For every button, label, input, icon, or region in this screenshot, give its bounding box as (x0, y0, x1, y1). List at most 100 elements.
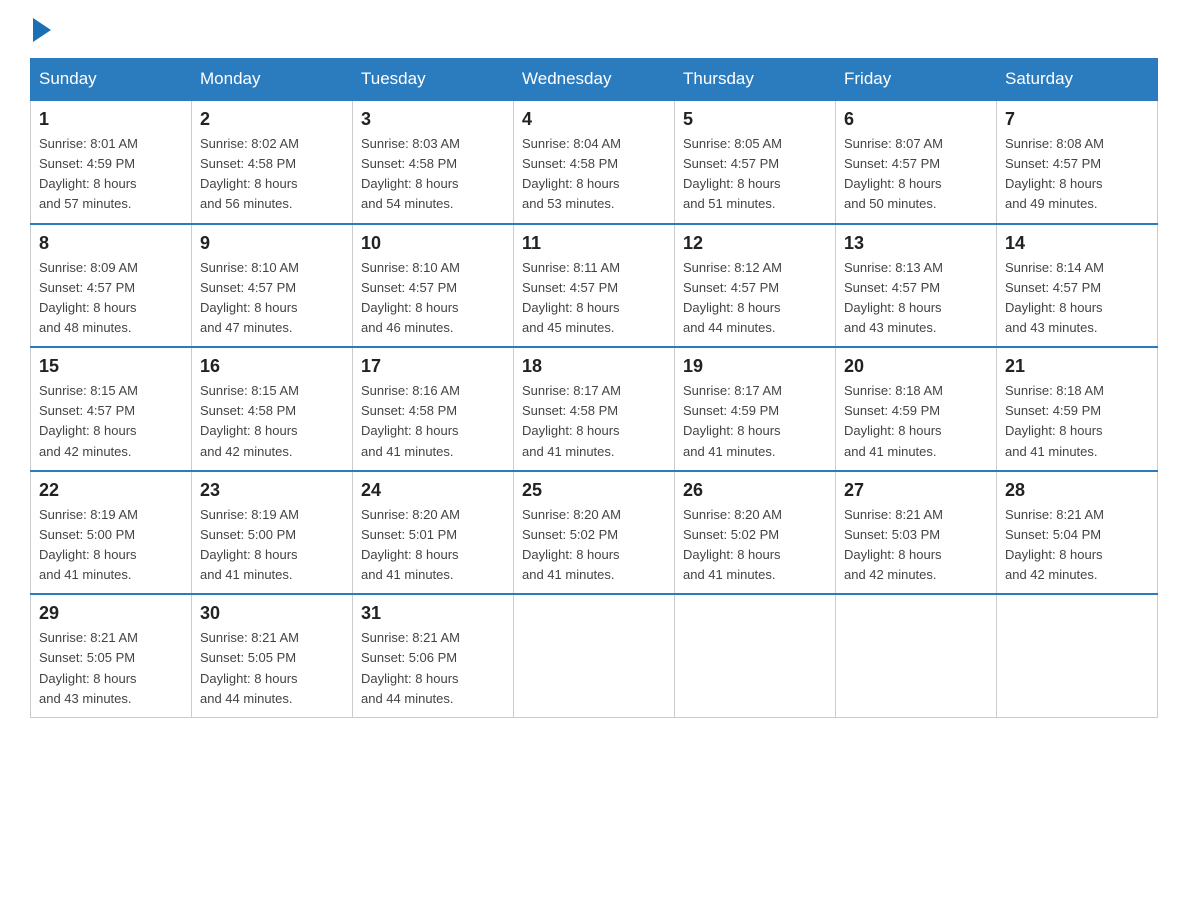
day-number: 21 (1005, 356, 1149, 377)
calendar-cell: 19 Sunrise: 8:17 AMSunset: 4:59 PMDayligh… (675, 347, 836, 471)
calendar-cell: 27 Sunrise: 8:21 AMSunset: 5:03 PMDayligh… (836, 471, 997, 595)
day-info: Sunrise: 8:16 AMSunset: 4:58 PMDaylight:… (361, 381, 505, 462)
calendar-cell (675, 594, 836, 717)
day-number: 26 (683, 480, 827, 501)
calendar-cell: 28 Sunrise: 8:21 AMSunset: 5:04 PMDayligh… (997, 471, 1158, 595)
logo-arrow-icon (33, 18, 51, 42)
calendar-cell: 18 Sunrise: 8:17 AMSunset: 4:58 PMDayligh… (514, 347, 675, 471)
day-info: Sunrise: 8:20 AMSunset: 5:02 PMDaylight:… (522, 505, 666, 586)
day-number: 24 (361, 480, 505, 501)
calendar-cell: 2 Sunrise: 8:02 AMSunset: 4:58 PMDaylight… (192, 100, 353, 224)
day-info: Sunrise: 8:21 AMSunset: 5:03 PMDaylight:… (844, 505, 988, 586)
day-number: 4 (522, 109, 666, 130)
calendar-cell: 11 Sunrise: 8:11 AMSunset: 4:57 PMDayligh… (514, 224, 675, 348)
day-number: 9 (200, 233, 344, 254)
calendar-table: Sunday Monday Tuesday Wednesday Thursday… (30, 58, 1158, 718)
day-number: 8 (39, 233, 183, 254)
day-number: 28 (1005, 480, 1149, 501)
day-info: Sunrise: 8:02 AMSunset: 4:58 PMDaylight:… (200, 134, 344, 215)
day-number: 25 (522, 480, 666, 501)
calendar-cell: 20 Sunrise: 8:18 AMSunset: 4:59 PMDayligh… (836, 347, 997, 471)
day-info: Sunrise: 8:15 AMSunset: 4:58 PMDaylight:… (200, 381, 344, 462)
calendar-cell (997, 594, 1158, 717)
calendar-cell: 17Sunrise: 8:16 AMSunset: 4:58 PMDayligh… (353, 347, 514, 471)
day-number: 7 (1005, 109, 1149, 130)
col-wednesday: Wednesday (514, 59, 675, 101)
day-info: Sunrise: 8:11 AMSunset: 4:57 PMDaylight:… (522, 258, 666, 339)
day-number: 19 (683, 356, 827, 377)
day-info: Sunrise: 8:10 AMSunset: 4:57 PMDaylight:… (361, 258, 505, 339)
day-number: 10 (361, 233, 505, 254)
calendar-cell: 14 Sunrise: 8:14 AMSunset: 4:57 PMDayligh… (997, 224, 1158, 348)
calendar-cell: 31 Sunrise: 8:21 AMSunset: 5:06 PMDayligh… (353, 594, 514, 717)
calendar-cell: 23Sunrise: 8:19 AMSunset: 5:00 PMDayligh… (192, 471, 353, 595)
day-info: Sunrise: 8:08 AMSunset: 4:57 PMDaylight:… (1005, 134, 1149, 215)
day-info: Sunrise: 8:13 AMSunset: 4:57 PMDaylight:… (844, 258, 988, 339)
day-number: 14 (1005, 233, 1149, 254)
day-number: 31 (361, 603, 505, 624)
day-number: 12 (683, 233, 827, 254)
day-number: 5 (683, 109, 827, 130)
day-info: Sunrise: 8:03 AMSunset: 4:58 PMDaylight:… (361, 134, 505, 215)
calendar-cell: 16 Sunrise: 8:15 AMSunset: 4:58 PMDayligh… (192, 347, 353, 471)
day-info: Sunrise: 8:19 AMSunset: 5:00 PMDaylight:… (39, 505, 183, 586)
calendar-cell: 30 Sunrise: 8:21 AMSunset: 5:05 PMDayligh… (192, 594, 353, 717)
day-number: 1 (39, 109, 183, 130)
calendar-cell: 8 Sunrise: 8:09 AMSunset: 4:57 PMDaylight… (31, 224, 192, 348)
day-info: Sunrise: 8:09 AMSunset: 4:57 PMDaylight:… (39, 258, 183, 339)
day-info: Sunrise: 8:10 AMSunset: 4:57 PMDaylight:… (200, 258, 344, 339)
day-info: Sunrise: 8:14 AMSunset: 4:57 PMDaylight:… (1005, 258, 1149, 339)
day-info: Sunrise: 8:07 AMSunset: 4:57 PMDaylight:… (844, 134, 988, 215)
day-info: Sunrise: 8:12 AMSunset: 4:57 PMDaylight:… (683, 258, 827, 339)
calendar-cell: 22Sunrise: 8:19 AMSunset: 5:00 PMDayligh… (31, 471, 192, 595)
calendar-cell: 3 Sunrise: 8:03 AMSunset: 4:58 PMDaylight… (353, 100, 514, 224)
week-row-2: 8 Sunrise: 8:09 AMSunset: 4:57 PMDaylight… (31, 224, 1158, 348)
calendar-cell: 9 Sunrise: 8:10 AMSunset: 4:57 PMDaylight… (192, 224, 353, 348)
day-number: 18 (522, 356, 666, 377)
day-number: 30 (200, 603, 344, 624)
calendar-cell: 4 Sunrise: 8:04 AMSunset: 4:58 PMDaylight… (514, 100, 675, 224)
day-number: 27 (844, 480, 988, 501)
col-sunday: Sunday (31, 59, 192, 101)
col-saturday: Saturday (997, 59, 1158, 101)
day-info: Sunrise: 8:20 AMSunset: 5:02 PMDaylight:… (683, 505, 827, 586)
day-number: 20 (844, 356, 988, 377)
day-info: Sunrise: 8:21 AMSunset: 5:06 PMDaylight:… (361, 628, 505, 709)
col-monday: Monday (192, 59, 353, 101)
day-info: Sunrise: 8:19 AMSunset: 5:00 PMDaylight:… (200, 505, 344, 586)
day-number: 29 (39, 603, 183, 624)
day-info: Sunrise: 8:17 AMSunset: 4:59 PMDaylight:… (683, 381, 827, 462)
col-tuesday: Tuesday (353, 59, 514, 101)
day-number: 15 (39, 356, 183, 377)
calendar-header-row: Sunday Monday Tuesday Wednesday Thursday… (31, 59, 1158, 101)
day-number: 2 (200, 109, 344, 130)
day-number: 3 (361, 109, 505, 130)
week-row-4: 22Sunrise: 8:19 AMSunset: 5:00 PMDayligh… (31, 471, 1158, 595)
calendar-cell: 25 Sunrise: 8:20 AMSunset: 5:02 PMDayligh… (514, 471, 675, 595)
calendar-cell (836, 594, 997, 717)
col-friday: Friday (836, 59, 997, 101)
day-number: 16 (200, 356, 344, 377)
calendar-cell: 15 Sunrise: 8:15 AMSunset: 4:57 PMDayligh… (31, 347, 192, 471)
day-info: Sunrise: 8:18 AMSunset: 4:59 PMDaylight:… (844, 381, 988, 462)
day-info: Sunrise: 8:17 AMSunset: 4:58 PMDaylight:… (522, 381, 666, 462)
day-number: 11 (522, 233, 666, 254)
calendar-cell: 6Sunrise: 8:07 AMSunset: 4:57 PMDaylight… (836, 100, 997, 224)
day-number: 13 (844, 233, 988, 254)
logo (30, 20, 51, 38)
day-info: Sunrise: 8:05 AMSunset: 4:57 PMDaylight:… (683, 134, 827, 215)
day-info: Sunrise: 8:21 AMSunset: 5:04 PMDaylight:… (1005, 505, 1149, 586)
col-thursday: Thursday (675, 59, 836, 101)
calendar-cell: 24Sunrise: 8:20 AMSunset: 5:01 PMDayligh… (353, 471, 514, 595)
day-info: Sunrise: 8:21 AMSunset: 5:05 PMDaylight:… (200, 628, 344, 709)
day-info: Sunrise: 8:15 AMSunset: 4:57 PMDaylight:… (39, 381, 183, 462)
week-row-1: 1 Sunrise: 8:01 AMSunset: 4:59 PMDaylight… (31, 100, 1158, 224)
calendar-cell: 26 Sunrise: 8:20 AMSunset: 5:02 PMDayligh… (675, 471, 836, 595)
page-header (30, 20, 1158, 38)
calendar-cell (514, 594, 675, 717)
day-info: Sunrise: 8:18 AMSunset: 4:59 PMDaylight:… (1005, 381, 1149, 462)
calendar-cell: 5 Sunrise: 8:05 AMSunset: 4:57 PMDaylight… (675, 100, 836, 224)
day-info: Sunrise: 8:04 AMSunset: 4:58 PMDaylight:… (522, 134, 666, 215)
day-info: Sunrise: 8:01 AMSunset: 4:59 PMDaylight:… (39, 134, 183, 215)
calendar-cell: 12 Sunrise: 8:12 AMSunset: 4:57 PMDayligh… (675, 224, 836, 348)
